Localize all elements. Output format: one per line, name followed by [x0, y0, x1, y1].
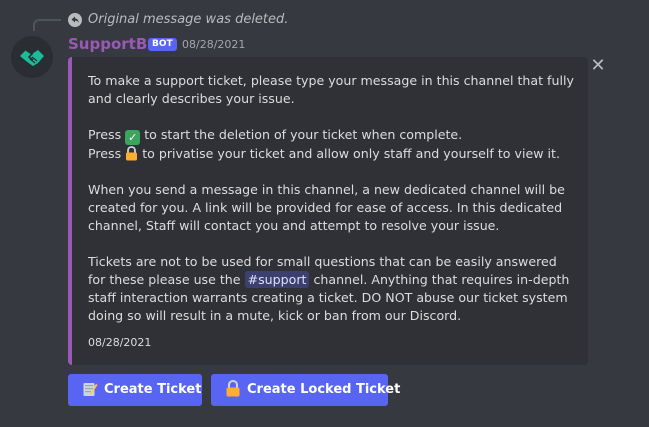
- line-check-pre: Press: [88, 127, 122, 142]
- create-locked-ticket-label: Create Locked Ticket: [247, 382, 401, 397]
- message-timestamp[interactable]: 08/28/2021: [182, 38, 245, 51]
- close-icon[interactable]: ✕: [589, 57, 607, 75]
- message-view: Original message was deleted. SupportBot…: [0, 0, 649, 427]
- create-ticket-label: Create Ticket: [104, 382, 202, 397]
- lock-emoji-icon: [225, 380, 241, 397]
- memo-emoji-icon: [82, 381, 98, 397]
- reply-icon: [68, 13, 82, 27]
- embed-paragraph-channel: When you send a message in this channel,…: [88, 182, 565, 233]
- avatar[interactable]: [11, 36, 53, 78]
- channel-mention-support[interactable]: #support: [244, 271, 310, 288]
- check-mark-emoji-icon: ✓: [125, 130, 141, 145]
- embed-paragraph-intro: To make a support ticket, please type yo…: [88, 73, 574, 106]
- create-locked-ticket-button[interactable]: Create Locked Ticket: [211, 374, 400, 406]
- line-check-post: to start the deletion of your ticket whe…: [144, 127, 463, 142]
- bot-badge: BOT: [148, 38, 177, 51]
- embed-description: To make a support ticket, please type yo…: [88, 72, 578, 325]
- embed-footer-timestamp: 08/28/2021: [88, 336, 152, 349]
- reply-connector: [33, 19, 61, 31]
- embed-line-lock: Press to privatise your ticket and allow…: [88, 145, 578, 163]
- embed-line-check: Press ✓ to start the deletion of your ti…: [88, 126, 578, 145]
- reply-text[interactable]: Original message was deleted.: [88, 12, 288, 27]
- create-ticket-button[interactable]: Create Ticket: [68, 374, 202, 406]
- embed-paragraph-rules: Tickets are not to be used for small que…: [88, 253, 578, 325]
- line-lock-pre: Press: [88, 146, 122, 161]
- line-lock-post: to privatise your ticket and allow only …: [142, 146, 560, 161]
- embed: To make a support ticket, please type yo…: [68, 57, 588, 365]
- handshake-icon: [12, 37, 52, 77]
- lock-emoji-icon: [125, 146, 138, 161]
